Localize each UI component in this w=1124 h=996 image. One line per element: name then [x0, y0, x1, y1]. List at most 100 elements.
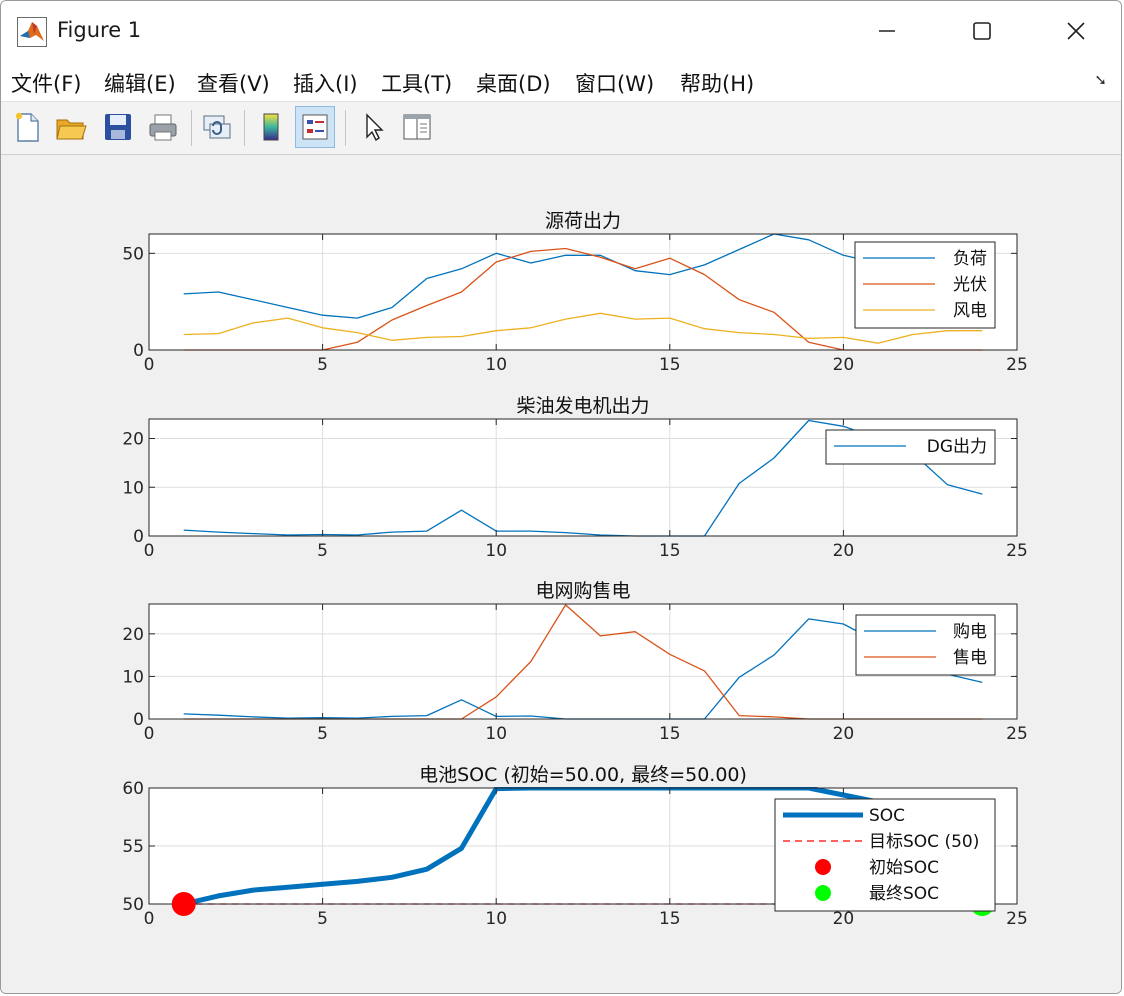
legend: DG出力 [825, 429, 996, 465]
menu-insert[interactable]: 插入(I) [293, 68, 358, 98]
legend-icon [302, 114, 328, 140]
chart-title: 柴油发电机出力 [516, 395, 649, 417]
x-tick-label: 20 [833, 724, 855, 744]
print-icon [149, 114, 177, 141]
legend-label: 初始SOC [869, 858, 939, 878]
y-tick-label: 10 [122, 478, 144, 498]
legend: 购电售电 [855, 614, 996, 676]
legend: SOC 目标SOC (50) 初始SOC 最终SOC [774, 798, 996, 912]
y-tick-label: 0 [133, 710, 144, 730]
figure-plots: 0 5 10 15 20 25050源荷出力负荷光伏风电0 5 10 15 20 2501020柴油… [122, 210, 1027, 929]
y-tick-label: 0 [133, 341, 144, 361]
toolbar-separator [191, 110, 192, 146]
toolbar-separator [345, 110, 346, 146]
menu-edit[interactable]: 编辑(E) [104, 68, 176, 98]
figure-canvas: 0 5 10 15 20 25 0 50 源荷出力 负荷 光伏 风电 0 5 10 15 20 25 0 10 20 柴油… [1, 155, 1121, 993]
y-tick-label: 50 [122, 895, 144, 915]
property-inspector-button[interactable] [397, 106, 437, 148]
x-tick-label: 15 [659, 541, 681, 561]
x-tick-label: 15 [659, 909, 681, 929]
chart-title: 源荷出力 [545, 210, 621, 232]
matlab-logo-icon [17, 17, 47, 47]
pointer-icon [366, 113, 384, 142]
property-inspector-icon [403, 114, 431, 140]
toolbar [1, 102, 1121, 155]
x-tick-label: 20 [833, 541, 855, 561]
menu-view[interactable]: 查看(V) [197, 68, 270, 98]
x-tick-label: 10 [485, 724, 507, 744]
x-tick-label: 10 [485, 355, 507, 375]
x-tick-label: 25 [1006, 724, 1028, 744]
legend-label: 负荷 [953, 249, 987, 269]
menu-help[interactable]: 帮助(H) [680, 68, 754, 98]
maximize-button[interactable] [956, 9, 1008, 53]
x-tick-label: 15 [659, 724, 681, 744]
y-tick-label: 10 [122, 667, 144, 687]
x-tick-label: 0 [144, 909, 155, 929]
legend-label: DG出力 [927, 437, 987, 457]
legend-label: 目标SOC (50) [869, 832, 979, 852]
x-tick-label: 0 [144, 355, 155, 375]
legend-marker-初始SOC [815, 859, 831, 875]
save-icon [105, 114, 131, 140]
x-tick-label: 20 [833, 355, 855, 375]
chart-title: 电网购售电 [535, 580, 630, 602]
x-tick-label: 25 [1006, 909, 1028, 929]
close-icon [1067, 22, 1085, 40]
subplot-1: 0 5 10 15 20 25 0 50 源荷出力负荷光伏风电 [122, 210, 1027, 375]
y-tick-label: 20 [122, 430, 144, 450]
title-bar: Figure 1 [1, 1, 1121, 61]
y-tick-label: 55 [122, 837, 144, 857]
x-tick-label: 25 [1006, 355, 1028, 375]
print-button[interactable] [143, 106, 183, 148]
y-tick-label: 0 [133, 527, 144, 547]
chart-title: 电池SOC (初始=50.00, 最终=50.00) [419, 764, 747, 786]
y-tick-label: 20 [122, 625, 144, 645]
pointer-button[interactable] [353, 106, 393, 148]
subplot-4: 0 5 10 15 20 25 50 55 60 电池SOC (初始=50.00, 最终=50.0… [122, 764, 1027, 929]
new-file-icon [15, 112, 39, 142]
subplot-3: 0 5 10 15 20 25 0 10 20 电网购售电购电售电 [122, 580, 1027, 744]
y-tick-label: 60 [122, 779, 144, 799]
open-folder-icon [56, 119, 87, 140]
menu-tools[interactable]: 工具(T) [381, 68, 452, 98]
open-button[interactable] [51, 106, 91, 148]
x-tick-label: 5 [317, 541, 328, 561]
colorbar-icon [263, 113, 279, 141]
close-button[interactable] [1050, 9, 1102, 53]
minimize-button[interactable] [861, 9, 913, 53]
legend-label: 光伏 [953, 275, 987, 295]
marker-初始SOC [171, 892, 196, 916]
menu-file[interactable]: 文件(F) [11, 68, 81, 98]
x-tick-label: 0 [144, 724, 155, 744]
save-button[interactable] [98, 106, 138, 148]
legend: 负荷光伏风电 [854, 241, 996, 329]
x-tick-label: 5 [317, 355, 328, 375]
dock-arrow-icon[interactable]: ➘ [1094, 71, 1107, 89]
menu-window[interactable]: 窗口(W) [575, 68, 654, 98]
x-tick-label: 25 [1006, 541, 1028, 561]
x-tick-label: 10 [485, 909, 507, 929]
toolbar-separator [244, 110, 245, 146]
y-tick-label: 50 [122, 244, 144, 264]
new-file-button[interactable] [7, 106, 47, 148]
minimize-icon [879, 30, 895, 32]
x-tick-label: 15 [659, 355, 681, 375]
legend-label: 风电 [953, 301, 987, 321]
menu-bar: 文件(F) 编辑(E) 查看(V) 插入(I) 工具(T) 桌面(D) 窗口(W… [1, 61, 1121, 102]
link-plot-icon [203, 115, 231, 139]
maximize-icon [973, 22, 991, 40]
subplot-2: 0 5 10 15 20 25 0 10 20 柴油发电机出力 DG出力 [122, 395, 1027, 561]
legend-label: 购电 [953, 622, 987, 642]
legend-label: 售电 [953, 648, 987, 668]
link-plot-button[interactable] [197, 106, 237, 148]
legend-button[interactable] [295, 106, 335, 148]
legend-label: 最终SOC [869, 884, 939, 904]
x-tick-label: 0 [144, 541, 155, 561]
legend-marker-最终SOC [815, 885, 831, 901]
menu-desktop[interactable]: 桌面(D) [476, 68, 551, 98]
x-tick-label: 5 [317, 909, 328, 929]
window-title: Figure 1 [57, 18, 142, 42]
x-tick-label: 20 [833, 909, 855, 929]
colorbar-button[interactable] [251, 106, 291, 148]
